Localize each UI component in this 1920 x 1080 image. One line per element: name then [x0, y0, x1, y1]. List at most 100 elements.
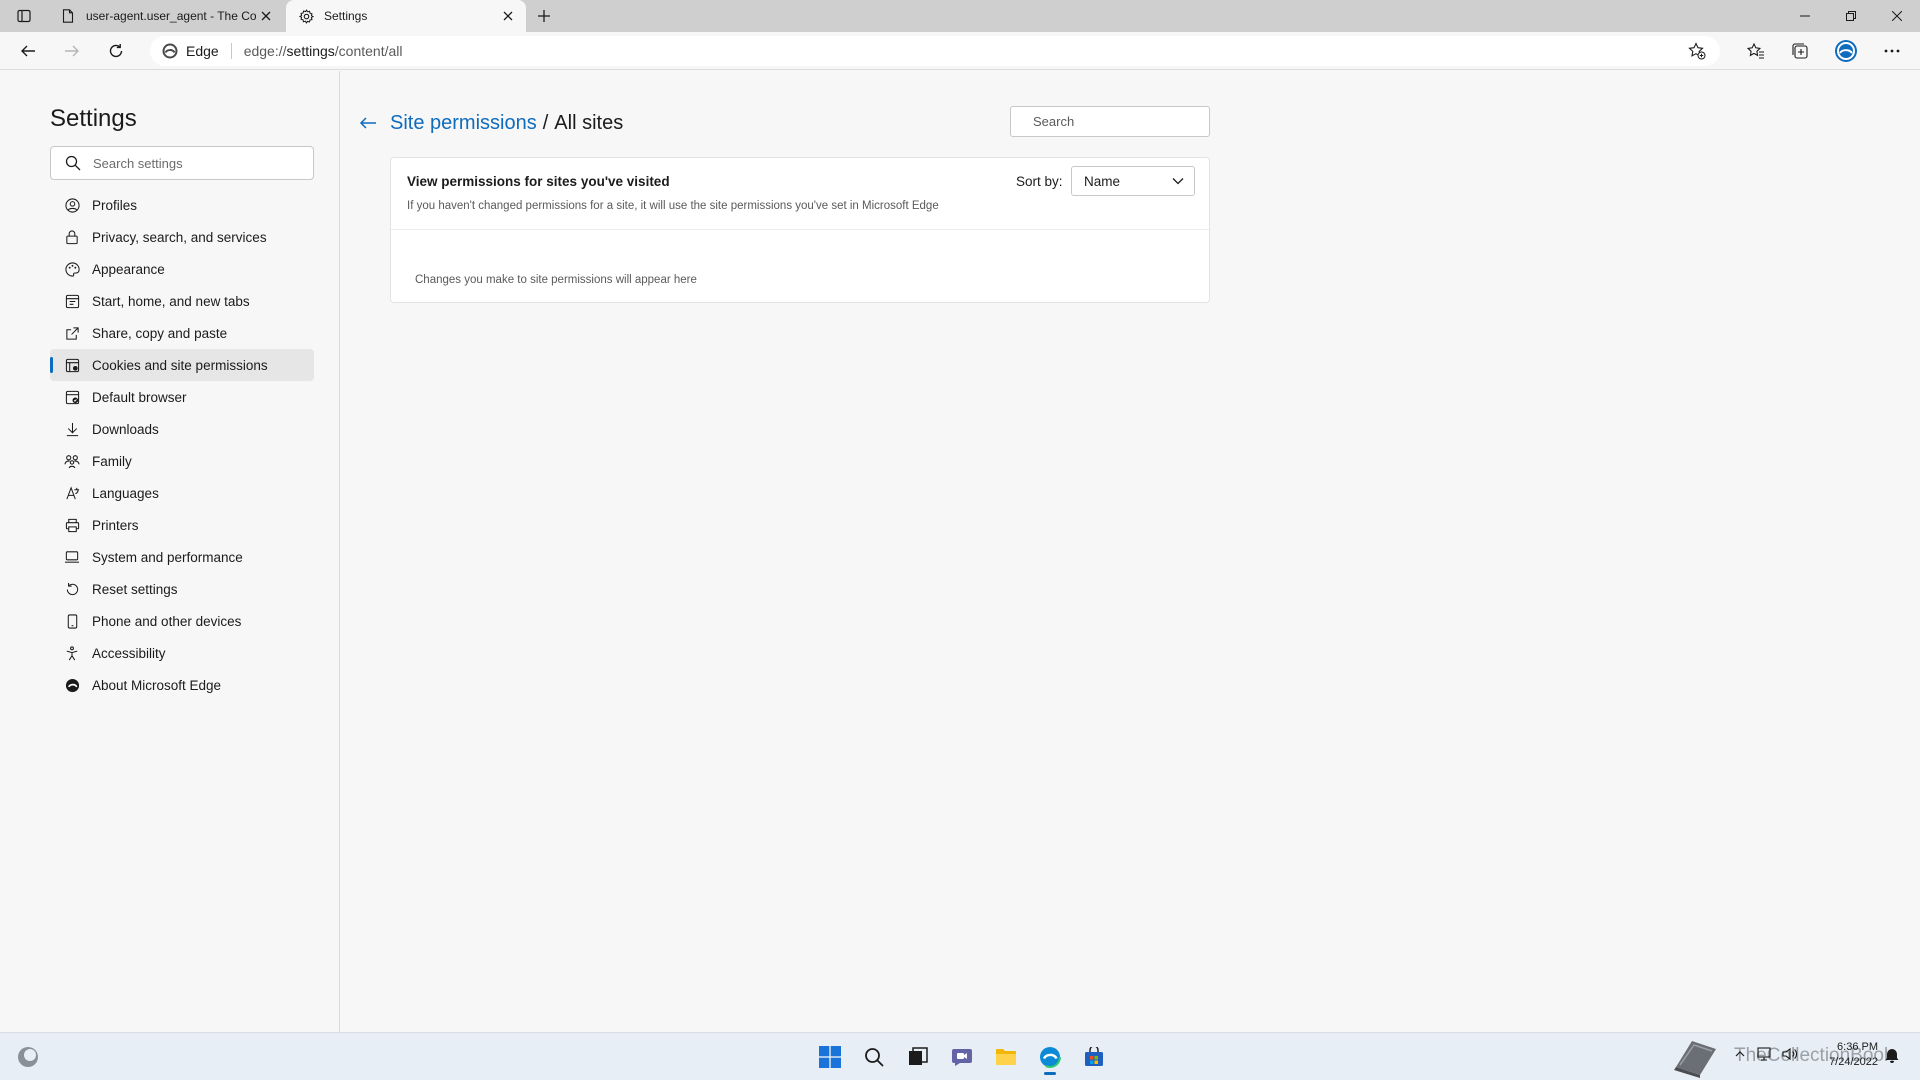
sidebar-item-phone[interactable]: Phone and other devices — [50, 605, 314, 637]
back-to-site-permissions-button[interactable] — [356, 111, 380, 135]
back-button[interactable] — [14, 37, 42, 65]
sort-by-dropdown[interactable]: Name — [1071, 166, 1195, 196]
chat-button[interactable] — [944, 1039, 980, 1075]
profile-icon — [64, 197, 80, 213]
windows-icon — [819, 1046, 841, 1068]
address-divider — [230, 43, 232, 59]
sidebar-item-cookies[interactable]: Cookies and site permissions — [50, 349, 314, 381]
restore-button[interactable] — [1828, 0, 1874, 32]
breadcrumb-site-permissions-link[interactable]: Site permissions — [390, 112, 537, 135]
card-description: If you haven't changed permissions for a… — [407, 200, 939, 212]
url-prefix: edge:// — [243, 43, 287, 59]
file-explorer-button[interactable] — [988, 1039, 1024, 1075]
edge-taskbar-button[interactable] — [1032, 1039, 1068, 1075]
sidebar-item-system[interactable]: System and performance — [50, 541, 314, 573]
chevron-up-icon[interactable] — [1734, 1047, 1746, 1066]
weather-icon — [18, 1047, 38, 1067]
permissions-card: View permissions for sites you've visite… — [390, 157, 1210, 303]
sidebar-item-downloads[interactable]: Downloads — [50, 413, 314, 445]
card-header: View permissions for sites you've visite… — [391, 158, 1209, 230]
tab-actions-button[interactable] — [8, 4, 40, 28]
tab-user-agent[interactable]: user-agent.user_agent - The Coll — [48, 0, 284, 32]
refresh-icon — [109, 44, 123, 58]
sidebar-item-about[interactable]: About Microsoft Edge — [50, 669, 314, 701]
close-tab-icon[interactable] — [498, 6, 518, 26]
tab-settings[interactable]: Settings — [286, 0, 526, 32]
site-search-box[interactable] — [1010, 106, 1210, 137]
url-text[interactable]: edge://settings/content/all — [244, 43, 1682, 59]
address-bar[interactable]: Edge edge://settings/content/all — [150, 36, 1720, 66]
new-tab-button[interactable] — [532, 4, 556, 28]
sidebar-item-label: Phone and other devices — [92, 613, 242, 629]
more-button[interactable] — [1878, 37, 1906, 65]
settings-search-input[interactable] — [93, 155, 313, 171]
sidebar-item-start-home[interactable]: Start, home, and new tabs — [50, 285, 314, 317]
sidebar-item-reset[interactable]: Reset settings — [50, 573, 314, 605]
edge-icon — [162, 43, 178, 59]
sidebar-item-label: Downloads — [92, 421, 159, 437]
add-favorite-button[interactable] — [1682, 36, 1712, 66]
sidebar-item-privacy[interactable]: Privacy, search, and services — [50, 221, 314, 253]
clock-date: 7/24/2022 — [1829, 1056, 1878, 1068]
sidebar-item-default-browser[interactable]: Default browser — [50, 381, 314, 413]
store-button[interactable] — [1076, 1039, 1112, 1075]
collections-icon — [1792, 43, 1808, 59]
close-icon — [1892, 11, 1902, 21]
family-icon — [64, 453, 80, 469]
star-add-icon — [1688, 42, 1706, 60]
close-tab-icon[interactable] — [256, 6, 276, 26]
forward-button[interactable] — [58, 37, 86, 65]
collections-button[interactable] — [1786, 37, 1814, 65]
clock[interactable]: 6:36 PM 7/24/2022 — [1814, 1040, 1878, 1070]
notification-icon — [1885, 1049, 1899, 1063]
share-icon — [64, 325, 80, 341]
weather-widget-button[interactable] — [16, 1045, 40, 1069]
reset-icon — [64, 581, 80, 597]
sidebar-item-label: Profiles — [92, 197, 138, 213]
tab-title: user-agent.user_agent - The Coll — [86, 9, 256, 23]
url-host: settings — [286, 43, 335, 59]
network-icon[interactable] — [1756, 1047, 1772, 1066]
arrow-left-icon — [359, 117, 376, 129]
sidebar-item-share[interactable]: Share, copy and paste — [50, 317, 314, 349]
minimize-button[interactable] — [1782, 0, 1828, 32]
sidebar-item-languages[interactable]: Languages — [50, 477, 314, 509]
minimize-icon — [1800, 15, 1810, 17]
refresh-button[interactable] — [102, 37, 130, 65]
volume-icon[interactable] — [1782, 1047, 1798, 1066]
browser-toolbar: Edge edge://settings/content/all — [0, 32, 1920, 70]
laptop-icon — [64, 549, 80, 565]
sidebar-item-printers[interactable]: Printers — [50, 509, 314, 541]
card-title: View permissions for sites you've visite… — [407, 174, 670, 189]
site-identity[interactable]: Edge — [150, 43, 219, 59]
close-window-button[interactable] — [1874, 0, 1920, 32]
sidebar-item-label: Reset settings — [92, 581, 178, 597]
system-tray — [1734, 1047, 1798, 1066]
restore-icon — [1846, 11, 1856, 21]
tab-actions-icon — [17, 9, 31, 23]
profile-button[interactable] — [1832, 37, 1860, 65]
sidebar-item-label: Cookies and site permissions — [92, 357, 268, 373]
main-content: Site permissions / All sites View permis… — [341, 71, 1920, 1032]
notification-button[interactable] — [1884, 1047, 1902, 1065]
window-controls — [1782, 0, 1920, 32]
breadcrumb-separator: / — [542, 112, 549, 134]
avatar-icon — [1835, 40, 1857, 62]
start-button[interactable] — [812, 1039, 848, 1075]
phone-icon — [64, 613, 80, 629]
cookies-icon — [64, 357, 80, 373]
favorites-icon — [1747, 42, 1764, 59]
task-view-icon — [909, 1047, 928, 1065]
clock-time: 6:36 PM — [1837, 1041, 1878, 1053]
sidebar-item-accessibility[interactable]: Accessibility — [50, 637, 314, 669]
favorites-button[interactable] — [1742, 37, 1770, 65]
sidebar-item-appearance[interactable]: Appearance — [50, 253, 314, 285]
task-view-button[interactable] — [900, 1039, 936, 1075]
settings-search-box[interactable] — [50, 146, 314, 180]
site-search-input[interactable] — [1033, 114, 1209, 129]
sidebar-item-profiles[interactable]: Profiles — [50, 189, 314, 221]
sidebar-item-label: Privacy, search, and services — [92, 229, 267, 245]
sidebar-item-label: Accessibility — [92, 645, 166, 661]
sidebar-item-family[interactable]: Family — [50, 445, 314, 477]
search-taskbar-button[interactable] — [856, 1039, 892, 1075]
